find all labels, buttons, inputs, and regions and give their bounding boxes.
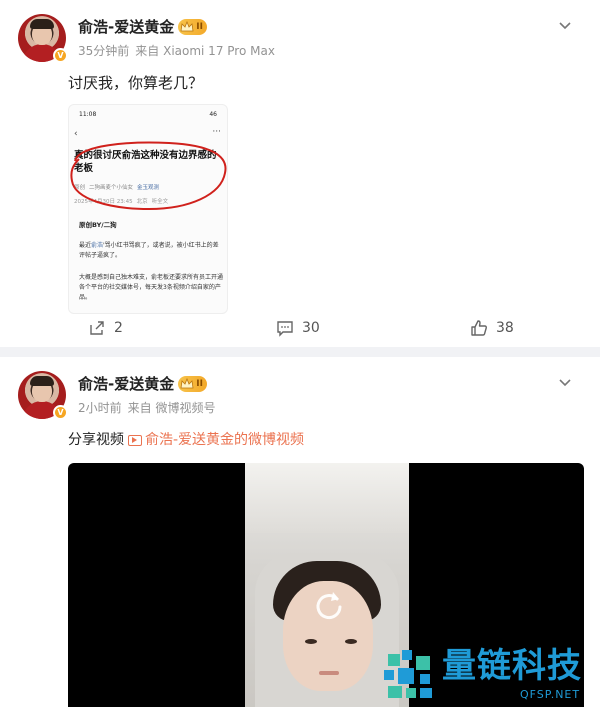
crown-icon <box>180 20 194 31</box>
chevron-down-icon[interactable] <box>558 375 572 389</box>
watermark-url: QFSP.NET <box>520 688 581 701</box>
verified-badge-icon: V <box>53 405 68 420</box>
post-source: 来自 微博视频号 <box>127 401 216 415</box>
image-paragraph-2: 大概是感到自己独木难支，俞老板还要求所有员工开通各个平台的社交媒体号，每天发3条… <box>79 274 224 301</box>
post-text: 讨厌我，你算老几？ <box>68 74 204 92</box>
name-row: 俞浩-爱送黄金 II <box>78 373 207 394</box>
video-link-text: 俞浩-爱送黄金的微博视频 <box>145 432 305 448</box>
thumbs-up-icon <box>471 320 487 336</box>
comment-icon <box>277 321 293 337</box>
like-button[interactable]: 38 <box>470 319 514 337</box>
post-separator <box>0 347 600 357</box>
image-back-icon: ‹ <box>74 129 78 139</box>
image-battery: 46 <box>209 111 217 118</box>
post-time[interactable]: 2小时前 <box>78 399 122 416</box>
image-more-icon: ··· <box>212 127 221 137</box>
watermark-text: 量链科技 <box>442 646 582 686</box>
chevron-down-icon[interactable] <box>558 18 572 32</box>
post-source: 来自 Xiaomi 17 Pro Max <box>135 44 275 58</box>
watermark-logo-icon <box>384 650 432 698</box>
share-video-label: 分享视频 <box>68 432 124 448</box>
share-button[interactable]: 2 <box>88 319 123 337</box>
post-header: V 俞浩-爱送黄金 II 35分钟前 来自 Xiaomi 17 Pro Max <box>10 12 590 63</box>
share-icon <box>90 321 104 335</box>
video-link-icon <box>128 434 142 446</box>
verified-badge-icon: V <box>53 48 68 63</box>
username[interactable]: 俞浩-爱送黄金 <box>78 16 174 37</box>
comment-count: 30 <box>302 320 320 336</box>
weibo-post-1: V 俞浩-爱送黄金 II 35分钟前 来自 Xiaomi 17 Pro Max … <box>0 0 600 347</box>
site-watermark: 量链科技 QFSP.NET <box>380 646 600 706</box>
vip-level: II <box>196 378 203 389</box>
post-time[interactable]: 35分钟前 <box>78 42 129 59</box>
name-row: 俞浩-爱送黄金 II <box>78 16 207 37</box>
image-status-bar: 11:08 46 <box>79 111 217 118</box>
like-count: 38 <box>496 320 514 336</box>
image-section-heading: 原创BY/二狗 <box>79 221 117 229</box>
share-count: 2 <box>114 320 123 336</box>
vip-level: II <box>196 21 203 32</box>
crown-icon <box>180 377 194 388</box>
post-image[interactable]: 11:08 46 ‹ ··· 真的很讨厌俞浩这种没有边界感的老板 原创 二狗画麦… <box>68 104 228 314</box>
post-header: V 俞浩-爱送黄金 II 2小时前 来自 微博视频号 <box>10 369 590 420</box>
vip-badge[interactable]: II <box>178 18 207 35</box>
image-paragraph-1: 最近俞浩'骂小红书骂疯了，或者说，被小红书上的差评帖子逼疯了。 <box>79 242 219 259</box>
comment-button[interactable]: 30 <box>276 319 320 337</box>
vip-badge[interactable]: II <box>178 375 207 392</box>
post-meta: 2小时前 来自 微博视频号 <box>78 399 215 416</box>
share-video-row: 分享视频 俞浩-爱送黄金的微博视频 <box>68 429 590 451</box>
video-link[interactable]: 俞浩-爱送黄金的微博视频 <box>128 429 304 451</box>
username[interactable]: 俞浩-爱送黄金 <box>78 373 174 394</box>
post-actions: 2 30 38 <box>0 315 600 341</box>
post-meta: 35分钟前 来自 Xiaomi 17 Pro Max <box>78 42 275 59</box>
replay-icon[interactable] <box>311 587 347 623</box>
red-circle-annotation <box>70 141 227 211</box>
image-status-time: 11:08 <box>79 111 97 118</box>
